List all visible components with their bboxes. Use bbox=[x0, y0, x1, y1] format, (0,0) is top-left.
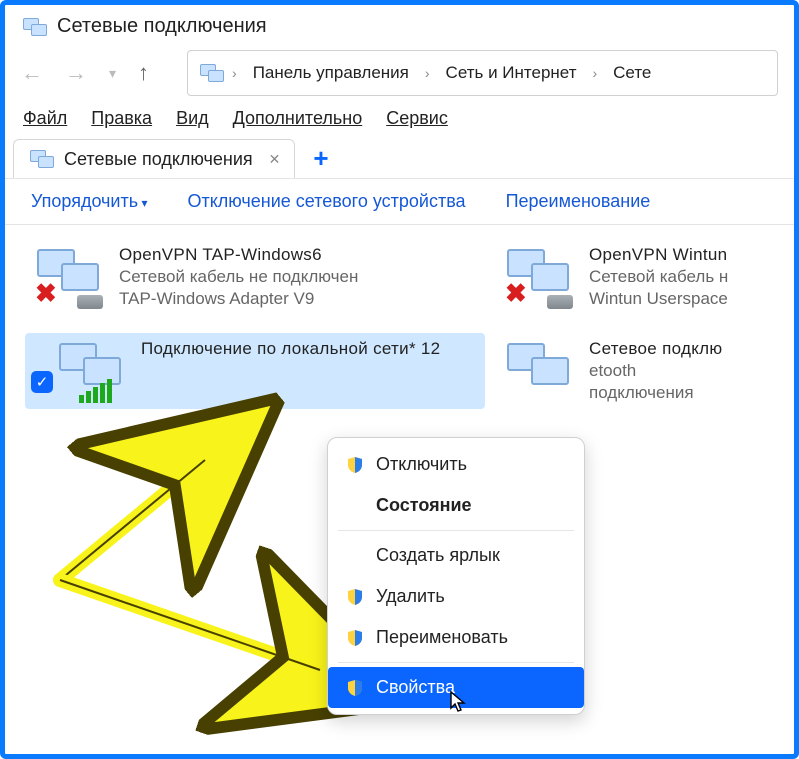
connection-name: OpenVPN TAP-Windows6 bbox=[119, 245, 358, 265]
toolbar: Упорядочить Отключение сетевого устройст… bbox=[5, 178, 794, 225]
connection-status: Сетевой кабель н bbox=[589, 267, 728, 287]
mouse-cursor-icon bbox=[449, 690, 469, 719]
connection-item[interactable]: ✖ OpenVPN TAP-Windows6 Сетевой кабель не… bbox=[25, 239, 485, 315]
menu-edit[interactable]: Правка bbox=[91, 108, 152, 129]
connection-name: OpenVPN Wintun bbox=[589, 245, 728, 265]
connection-name: Сетевое подклю bbox=[589, 339, 722, 359]
chevron-right-icon: › bbox=[425, 65, 430, 81]
network-adapter-icon bbox=[503, 339, 575, 403]
tab-icon bbox=[28, 148, 54, 170]
connection-device: подключения bbox=[589, 383, 722, 403]
breadcrumb-item[interactable]: Сете bbox=[605, 59, 659, 87]
chevron-right-icon: › bbox=[592, 65, 597, 81]
window-icon bbox=[21, 16, 47, 38]
ctx-label: Создать ярлык bbox=[376, 545, 500, 566]
window-title: Сетевые подключения bbox=[57, 15, 267, 38]
ethernet-plug-icon bbox=[547, 295, 573, 309]
tab-network-connections[interactable]: Сетевые подключения ✕ bbox=[13, 139, 295, 178]
nav-back-button[interactable]: ← bbox=[21, 60, 43, 86]
chevron-right-icon: › bbox=[232, 65, 237, 81]
context-menu: Отключить Состояние Создать ярлык Удалит… bbox=[327, 437, 585, 715]
menu-view[interactable]: Вид bbox=[176, 108, 209, 129]
breadcrumb-item[interactable]: Панель управления bbox=[245, 59, 417, 87]
nav-forward-button[interactable]: → bbox=[65, 60, 87, 86]
ctx-label: Переименовать bbox=[376, 627, 508, 648]
breadcrumb[interactable]: › Панель управления › Сеть и Интернет › … bbox=[187, 50, 778, 96]
nav-recent-dropdown[interactable]: ▾ bbox=[109, 65, 116, 82]
ctx-create-shortcut[interactable]: Создать ярлык bbox=[328, 535, 584, 576]
network-adapter-icon: ✖ bbox=[33, 245, 105, 309]
tab-label: Сетевые подключения bbox=[64, 149, 253, 170]
ctx-rename[interactable]: Переименовать bbox=[328, 617, 584, 658]
disconnected-badge-icon: ✖ bbox=[505, 278, 527, 309]
breadcrumb-icon bbox=[198, 62, 224, 84]
wifi-signal-icon bbox=[79, 379, 112, 403]
connection-name: Подключение по локальной сети* 12 bbox=[141, 339, 440, 359]
connection-status: etooth bbox=[589, 361, 722, 381]
shield-icon bbox=[346, 588, 364, 606]
toolbar-organize[interactable]: Упорядочить bbox=[31, 191, 147, 212]
disconnected-badge-icon: ✖ bbox=[35, 278, 57, 309]
ctx-label: Свойства bbox=[376, 677, 455, 698]
breadcrumb-item[interactable]: Сеть и Интернет bbox=[438, 59, 585, 87]
connection-device: TAP-Windows Adapter V9 bbox=[119, 289, 358, 309]
toolbar-rename[interactable]: Переименование bbox=[506, 191, 651, 212]
connection-device: Wintun Userspace bbox=[589, 289, 728, 309]
ctx-label: Удалить bbox=[376, 586, 445, 607]
ctx-label: Отключить bbox=[376, 454, 467, 475]
ethernet-plug-icon bbox=[77, 295, 103, 309]
tab-close-button[interactable]: ✕ bbox=[269, 151, 281, 168]
ctx-label: Состояние bbox=[376, 495, 472, 516]
ctx-status[interactable]: Состояние bbox=[328, 485, 584, 526]
connection-item-selected[interactable]: ✓ Подключение по локальной сети* 12 bbox=[25, 333, 485, 409]
network-adapter-icon: ✖ bbox=[503, 245, 575, 309]
nav-up-button[interactable]: ↑ bbox=[138, 60, 149, 86]
menu-file[interactable]: Файл bbox=[23, 108, 67, 129]
ctx-delete[interactable]: Удалить bbox=[328, 576, 584, 617]
toolbar-disable-device[interactable]: Отключение сетевого устройства bbox=[187, 191, 465, 212]
shield-icon bbox=[346, 456, 364, 474]
menu-extra[interactable]: Дополнительно bbox=[233, 108, 363, 129]
selection-checkbox[interactable]: ✓ bbox=[31, 371, 53, 393]
network-adapter-icon bbox=[55, 339, 127, 403]
connection-item[interactable]: ✖ OpenVPN Wintun Сетевой кабель н Wintun… bbox=[495, 239, 774, 315]
menubar: Файл Правка Вид Дополнительно Сервис bbox=[5, 106, 794, 139]
shield-icon bbox=[346, 629, 364, 647]
menu-service[interactable]: Сервис bbox=[386, 108, 448, 129]
shield-icon bbox=[346, 679, 364, 697]
connection-item[interactable]: Сетевое подклю etooth подключения bbox=[495, 333, 774, 409]
ctx-disable[interactable]: Отключить bbox=[328, 444, 584, 485]
connection-status: Сетевой кабель не подключен bbox=[119, 267, 358, 287]
new-tab-button[interactable]: + bbox=[303, 143, 338, 174]
